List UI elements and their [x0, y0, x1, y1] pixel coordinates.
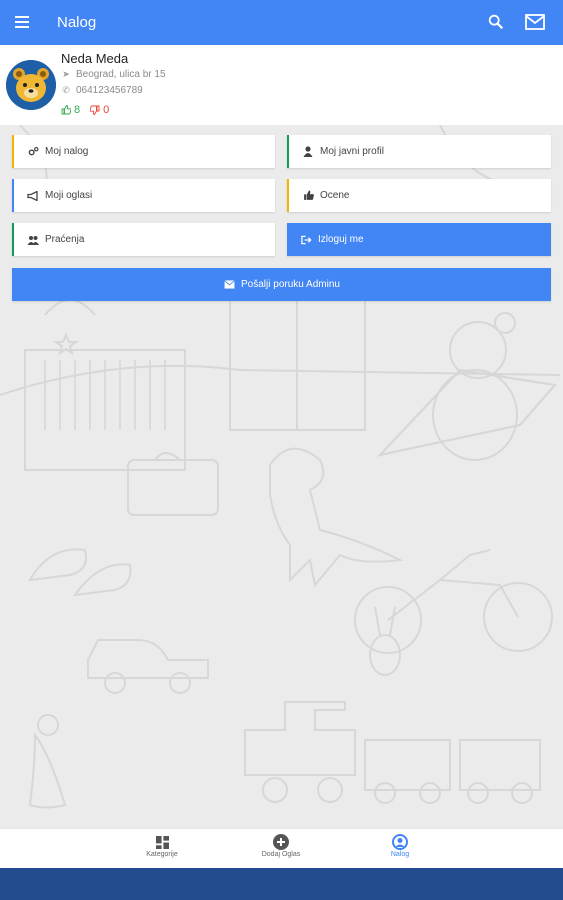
my-account-button[interactable]: Moj nalog — [12, 135, 275, 168]
nav-add-ad-label: Dodaj Oglas — [261, 851, 301, 858]
system-navigation-bar — [0, 868, 563, 900]
phone-icon: ✆ — [62, 85, 70, 95]
user-icon — [302, 146, 314, 157]
users-icon — [27, 235, 39, 245]
following-button[interactable]: Praćenja — [12, 223, 275, 256]
logout-label: Izloguj me — [318, 234, 364, 245]
app-bar: Nalog — [0, 0, 563, 45]
public-profile-label: Moj javni profil — [320, 146, 384, 157]
envelope-icon — [223, 280, 235, 289]
search-icon[interactable] — [487, 13, 505, 31]
likes-count: 8 — [74, 104, 81, 116]
location-arrow-icon: ➤ — [62, 69, 70, 79]
sign-out-icon — [300, 235, 312, 245]
bullhorn-icon — [27, 190, 39, 201]
nav-categories-label: Kategorije — [146, 851, 178, 858]
thumbs-down-icon — [90, 105, 100, 115]
gears-icon — [27, 146, 39, 157]
dislikes-count: 0 — [103, 104, 110, 116]
logout-button[interactable]: Izloguj me — [287, 223, 551, 256]
nav-categories[interactable]: Kategorije — [127, 833, 197, 858]
menu-icon[interactable] — [15, 13, 35, 31]
nav-account-label: Nalog — [390, 851, 410, 858]
profile-name: Neda Meda — [61, 51, 129, 66]
message-admin-label: Pošalji poruku Adminu — [241, 279, 340, 290]
profile-card: Neda Meda ➤ Beograd, ulica br 15 ✆ 06412… — [0, 45, 563, 125]
bottom-navigation: Kategorije Dodaj Oglas Nalog — [0, 828, 563, 868]
thumbs-up-icon — [61, 105, 71, 115]
ratings-button[interactable]: Ocene — [287, 179, 551, 212]
profile-votes: 8 0 — [61, 104, 109, 116]
profile-phone: 064123456789 — [76, 85, 143, 96]
dashboard-grid-icon — [127, 833, 197, 851]
account-circle-icon — [365, 833, 435, 851]
my-ads-label: Moji oglasi — [45, 190, 93, 201]
profile-address: Beograd, ulica br 15 — [76, 69, 166, 80]
my-account-label: Moj nalog — [45, 146, 89, 157]
plus-circle-icon — [246, 833, 316, 851]
my-ads-button[interactable]: Moji oglasi — [12, 179, 275, 212]
following-label: Praćenja — [45, 234, 85, 245]
mail-icon[interactable] — [525, 13, 545, 31]
profile-phone-row: ✆ 064123456789 — [61, 85, 143, 96]
nav-account[interactable]: Nalog — [365, 833, 435, 858]
page-title: Nalog — [57, 14, 97, 31]
bear-avatar-icon — [6, 60, 56, 110]
message-admin-button[interactable]: Pošalji poruku Adminu — [12, 268, 551, 301]
nav-add-ad[interactable]: Dodaj Oglas — [246, 833, 316, 858]
avatar[interactable] — [6, 60, 56, 110]
thumbs-up-icon — [302, 190, 314, 201]
profile-address-row: ➤ Beograd, ulica br 15 — [61, 69, 166, 80]
public-profile-button[interactable]: Moj javni profil — [287, 135, 551, 168]
ratings-label: Ocene — [320, 190, 350, 201]
